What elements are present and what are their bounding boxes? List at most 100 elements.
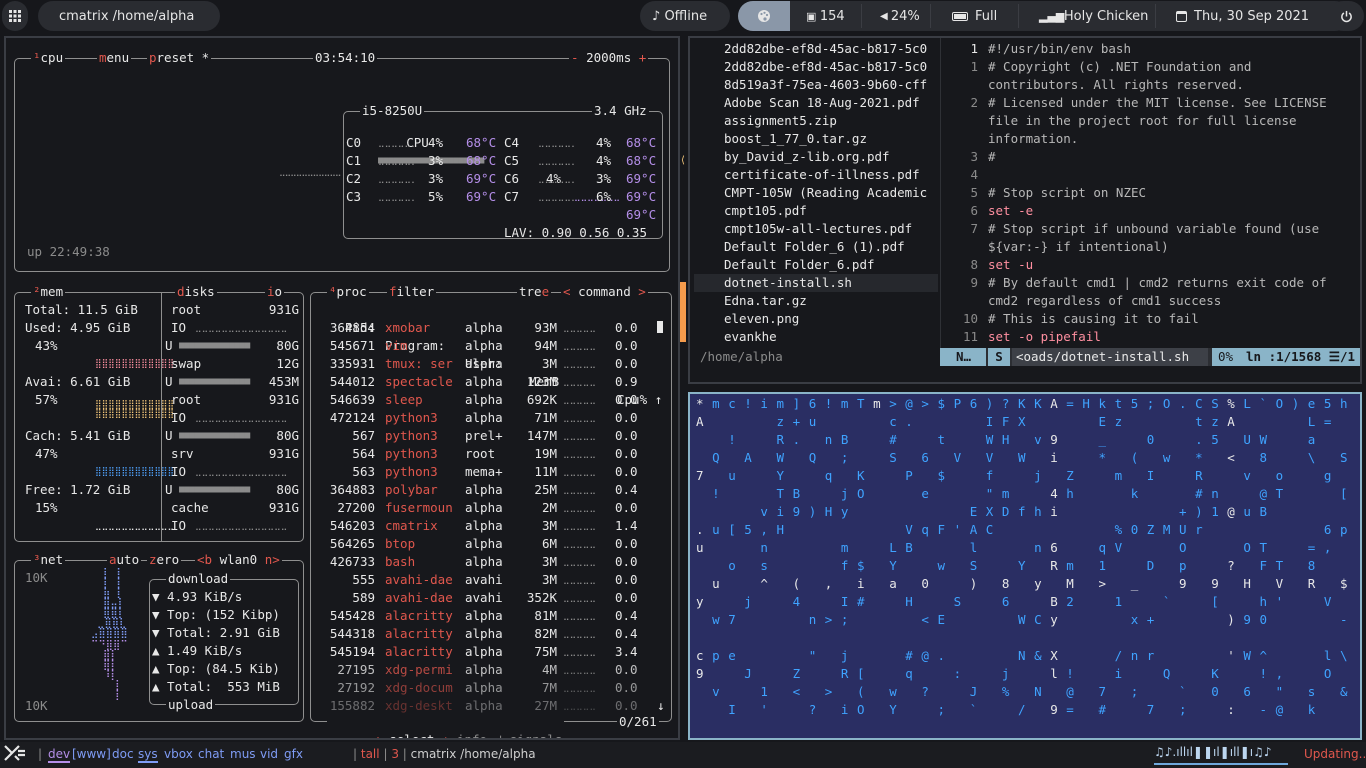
proc-tree-toggle[interactable]: tree: [517, 284, 552, 299]
workspace-tag[interactable]: dev: [48, 747, 71, 763]
table-row[interactable]: 426733 bash alpha 3M ⣀⣀⣀⣀⣀ 0.0: [311, 553, 655, 571]
vim-pane[interactable]: 2dd82dbe-ef8d-45ac-b817-5c0 2dd82dbe-ef8d…: [688, 36, 1362, 384]
workspace-tag[interactable]: chat: [198, 747, 224, 761]
proc-pid: 589: [352, 590, 375, 605]
file-item[interactable]: evankhe: [694, 328, 938, 346]
info-action[interactable]: info: [457, 732, 487, 738]
table-row[interactable]: 564265 btop alpha 6M ⣀⣀⣀⣀⣀ 0.0: [311, 535, 655, 553]
select-action[interactable]: select: [389, 732, 434, 738]
signals-action[interactable]: signals: [510, 732, 563, 738]
layout-name[interactable]: tall: [361, 747, 380, 761]
table-row[interactable]: 545428 alacritty alpha 81M ⣀⣀⣀⣀⣀ 0.4: [311, 607, 655, 625]
file-item[interactable]: 8d519a3f-75ea-4603-9b60-cff: [694, 76, 938, 94]
proc-pid: 546639: [329, 392, 375, 407]
matrix-glyph: C: [1195, 396, 1203, 411]
xmonad-icon[interactable]: [4, 745, 26, 764]
matrix-glyph: 9: [1243, 612, 1251, 627]
table-row[interactable]: 27195 xdg-permi alpha 4M ⣀⣀⣀⣀⣀ 0.0: [311, 661, 655, 679]
file-item[interactable]: assignment5.zip: [694, 112, 938, 130]
apps-grid-icon[interactable]: [2, 1, 28, 31]
proc-sort-select[interactable]: < command >: [561, 284, 648, 299]
net-iface-select[interactable]: <b wlan0 n>: [195, 552, 282, 567]
separator: [1155, 4, 1156, 28]
table-row[interactable]: 589 avahi-dae avahi 352K ⣀⣀⣀⣀⣀ 0.0: [311, 589, 655, 607]
updates-indicator[interactable]: ▣ 154: [806, 1, 845, 31]
file-item[interactable]: Default Folder_6 (1).pdf: [694, 238, 938, 256]
code-text: # Stop script if unbound variable found …: [988, 221, 1320, 236]
matrix-glyph: $: [937, 468, 946, 483]
file-item[interactable]: eleven.png: [694, 310, 938, 328]
file-item[interactable]: 2dd82dbe-ef8d-45ac-b817-5c0: [694, 58, 938, 76]
file-item[interactable]: boost_1_77_0.tar.gz: [694, 130, 938, 148]
proc-pid: 545428: [329, 608, 375, 623]
matrix-glyph: L: [1307, 414, 1316, 429]
cpu-tab[interactable]: cpu: [41, 50, 64, 65]
matrix-glyph: 5: [744, 522, 752, 537]
workspace-tag[interactable]: doc: [112, 747, 134, 761]
cmatrix-pane[interactable]: * m c! i m] 6! m Tm > @ > $ P 6)? K K A = Hk t 5; O. C S% L ` O) e 5…: [688, 392, 1362, 740]
menu-tab[interactable]: menu: [97, 50, 132, 65]
file-item[interactable]: Default Folder_6.pdf: [694, 256, 938, 274]
io-toggle[interactable]: io: [265, 284, 285, 299]
proc-scrollbar[interactable]: [657, 321, 663, 333]
table-row[interactable]: 567 python3 prel+ 147M ⣀⣀⣀⣀⣀ 0.0: [311, 427, 655, 445]
file-item[interactable]: by_David_z-lib.org.pdf: [694, 148, 938, 166]
code-line: cmd2 regardless of cmd1 success: [942, 292, 1360, 310]
proc-pid: 567: [352, 428, 375, 443]
file-item[interactable]: cmpt105.pdf: [694, 202, 938, 220]
volume-indicator[interactable]: ◀ 24%: [880, 1, 920, 31]
preset-tab[interactable]: preset *: [147, 50, 212, 65]
table-row[interactable]: 472124 python3 alpha 71M ⣀⣀⣀⣀⣀ 0.0: [311, 409, 655, 427]
table-row[interactable]: 364854 xmobar alpha 93M ⣀⣀⣀⣀⣀ 0.0: [311, 319, 655, 337]
table-row[interactable]: 364883 polybar alpha 25M ⣀⣀⣀⣀⣀ 0.4: [311, 481, 655, 499]
workspace-tag[interactable]: [www]: [72, 747, 111, 761]
file-item[interactable]: Edna.tar.gz: [694, 292, 938, 310]
workspace-tag[interactable]: vid: [260, 747, 278, 761]
file-item[interactable]: certificate-of-illness.pdf: [694, 166, 938, 184]
disk-size: 931G: [268, 392, 299, 407]
file-item[interactable]: CMPT-105W (Reading Academic: [694, 184, 938, 202]
btop-pane[interactable]: ¹cpu menu preset * 03:54:10 - 2000ms + ⣀…: [4, 36, 680, 740]
proc-filter[interactable]: filter: [387, 284, 437, 299]
matrix-glyph: B: [792, 486, 801, 501]
wifi-indicator[interactable]: ▂▄▆ Holy Chicken: [1039, 1, 1148, 31]
file-item[interactable]: 2dd82dbe-ef8d-45ac-b817-5c0: [694, 40, 938, 58]
file-item[interactable]: cmpt105w-all-lectures.pdf: [694, 220, 938, 238]
table-row[interactable]: 546203 cmatrix alpha 3M ⣀⣀⣀⣀⣀ 1.4: [311, 517, 655, 535]
disk-used-meter: ■■■■■■■■■■■■■■: [179, 376, 250, 387]
matrix-glyph: o: [1275, 468, 1284, 483]
line-number: 5: [970, 185, 978, 200]
workspace-tag[interactable]: mus: [230, 747, 256, 761]
clock-date[interactable]: Thu, 30 Sep 2021: [1176, 1, 1309, 31]
table-row[interactable]: 545671 vim alpha 94M ⣀⣀⣀⣀⣀ 0.0: [311, 337, 655, 355]
table-row[interactable]: 555 avahi-dae avahi 3M ⣀⣀⣀⣀⣀ 0.0: [311, 571, 655, 589]
power-icon[interactable]: [1328, 1, 1364, 31]
file-item[interactable]: dotnet-install.sh: [694, 274, 938, 292]
proc-cpu: 0.0: [615, 446, 638, 461]
matrix-glyph: s: [760, 558, 768, 573]
pane-divider-handle[interactable]: [680, 282, 686, 342]
net-auto-toggle[interactable]: auto: [107, 552, 142, 567]
file-item[interactable]: Adobe Scan 18-Aug-2021.pdf: [694, 94, 938, 112]
table-row[interactable]: 335931 tmux: ser alpha 3M ⣀⣀⣀⣀⣀ 0.0: [311, 355, 655, 373]
table-row[interactable]: 545194 alacritty alpha 75M ⣀⣀⣀⣀⣀ 3.4: [311, 643, 655, 661]
interval-control[interactable]: - 2000ms +: [569, 50, 649, 65]
workspace-tag[interactable]: vbox: [164, 747, 193, 761]
table-row[interactable]: 563 python3 mema+ 11M ⣀⣀⣀⣀⣀ 0.0: [311, 463, 655, 481]
music-status[interactable]: ♪ Offline: [640, 1, 730, 31]
battery-indicator[interactable]: Full: [952, 1, 997, 31]
table-row[interactable]: 564 python3 root 19M ⣀⣀⣀⣀⣀ 0.0: [311, 445, 655, 463]
music-visualizer[interactable]: ♫♪.ıllıl❚❚ıl❚ıll❚ı♫♪: [1154, 745, 1288, 765]
proc-cpu: 0.0: [615, 500, 638, 515]
workspace-tag[interactable]: sys: [138, 747, 158, 763]
table-row[interactable]: 27200 fusermoun alpha 2M ⣀⣀⣀⣀⣀ 0.0: [311, 499, 655, 517]
net-zero-toggle[interactable]: zero: [147, 552, 182, 567]
workspace-tag[interactable]: gfx: [284, 747, 303, 761]
table-row[interactable]: 546639 sleep alpha 692K ⣀⣀⣀⣀⣀ 0.0: [311, 391, 655, 409]
table-row[interactable]: 544318 alacritty alpha 82M ⣀⣀⣀⣀⣀ 0.4: [311, 625, 655, 643]
proc-pid: 27192: [337, 680, 375, 695]
table-row[interactable]: 544012 spectacle alpha 123M ⣀⣀⣀⣀⣀ 0.9: [311, 373, 655, 391]
palette-icon[interactable]: [738, 1, 790, 31]
table-row[interactable]: 27192 xdg-docum alpha 7M ⣀⣀⣀⣀⣀ 0.0: [311, 679, 655, 697]
matrix-glyph: .: [1179, 396, 1187, 411]
